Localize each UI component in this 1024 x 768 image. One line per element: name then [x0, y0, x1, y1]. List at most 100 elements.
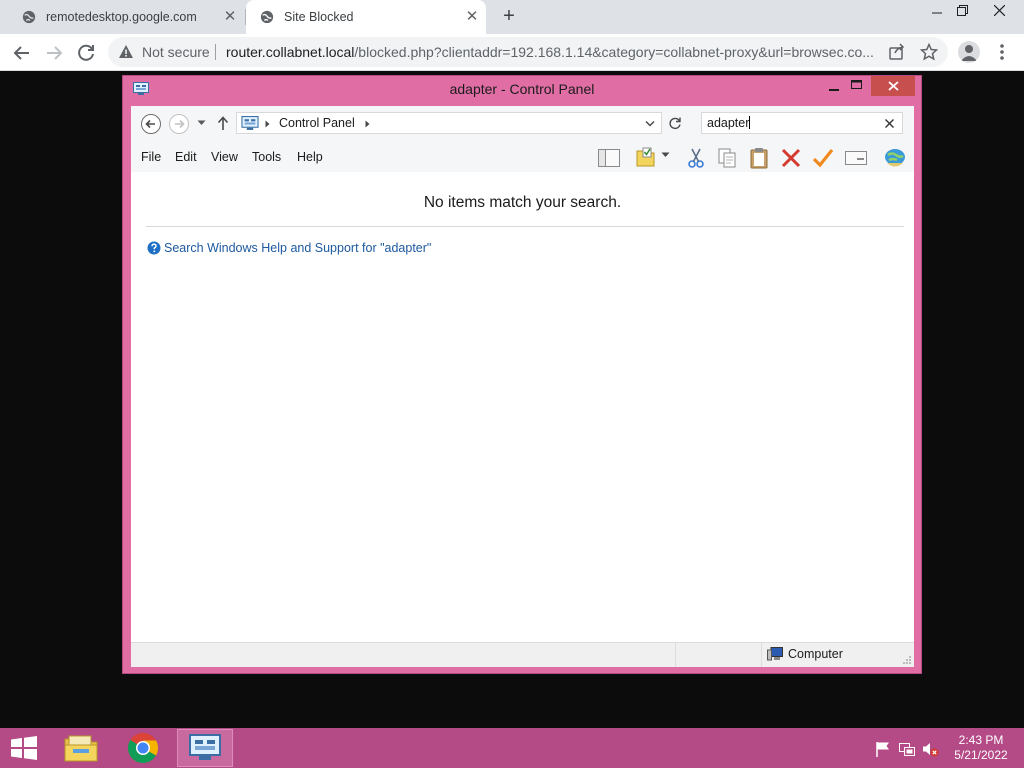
browser-toolbar: Not secure router.collabnet.local/blocke… — [0, 34, 1024, 71]
taskbar-file-explorer[interactable] — [53, 729, 109, 767]
reload-icon[interactable] — [74, 41, 98, 65]
paste-clipboard-icon[interactable] — [747, 146, 771, 170]
close-icon — [887, 81, 899, 91]
computer-icon — [767, 647, 783, 661]
window-restore-button[interactable] — [945, 0, 979, 24]
taskbar: 2:43 PM 5/21/2022 — [0, 728, 1024, 768]
window-minimize-button[interactable] — [823, 76, 845, 96]
taskbar-chrome[interactable] — [115, 729, 171, 767]
url-host: router.collabnet.local — [226, 44, 355, 60]
tab-close-icon[interactable]: ✕ — [464, 9, 480, 25]
delete-x-icon[interactable] — [779, 146, 803, 170]
globe-icon — [260, 10, 274, 24]
window-close-button[interactable] — [982, 0, 1016, 24]
status-location-text: Computer — [788, 647, 843, 661]
profile-avatar[interactable] — [958, 41, 980, 63]
menu-bar: File Edit View Tools Help — [131, 142, 914, 172]
resize-grip-icon[interactable] — [902, 655, 912, 665]
refresh-icon[interactable] — [668, 116, 682, 130]
tab-title: remotedesktop.google.com — [46, 10, 197, 24]
search-value-text: adapter — [707, 116, 750, 130]
volume-muted-icon[interactable] — [921, 740, 939, 758]
search-input[interactable]: adapter — [701, 112, 903, 134]
menu-edit[interactable]: Edit — [175, 150, 197, 164]
internet-globe-icon[interactable] — [883, 146, 907, 170]
minimize-icon — [829, 89, 839, 91]
control-panel-icon — [241, 116, 259, 130]
window-title: adapter - Control Panel — [449, 81, 595, 97]
window-maximize-button[interactable] — [845, 76, 869, 96]
breadcrumb-chevron-icon[interactable] — [265, 120, 270, 128]
taskbar-control-panel[interactable] — [177, 729, 233, 767]
control-panel-window: adapter - Control Panel Control Panel ad… — [122, 75, 922, 674]
share-icon[interactable] — [888, 43, 906, 61]
system-clock[interactable]: 2:43 PM 5/21/2022 — [946, 733, 1016, 763]
recent-pages-chevron-icon[interactable] — [197, 120, 206, 126]
forward-button-icon[interactable] — [168, 113, 190, 135]
layout-pane-icon[interactable] — [597, 146, 621, 170]
network-icon[interactable] — [898, 740, 916, 758]
menu-tools[interactable]: Tools — [252, 150, 281, 164]
file-explorer-icon — [64, 735, 98, 762]
back-button-icon[interactable] — [140, 113, 162, 135]
content-pane[interactable]: No items match your search. Search Windo… — [131, 172, 914, 642]
empty-results-message: No items match your search. — [423, 194, 622, 211]
warning-icon[interactable] — [118, 44, 134, 60]
options-dropdown-chevron-icon[interactable] — [661, 152, 670, 158]
cut-scissors-icon[interactable] — [684, 146, 708, 170]
tab-remotedesktop[interactable]: remotedesktop.google.com ✕ — [0, 0, 244, 34]
chrome-icon — [128, 733, 159, 764]
person-icon — [961, 45, 977, 61]
properties-icon[interactable] — [844, 146, 868, 170]
menu-file[interactable]: File — [141, 150, 161, 164]
help-link-text[interactable]: Search Windows Help and Support for "ada… — [164, 241, 431, 255]
window-close-button[interactable] — [871, 76, 915, 96]
help-question-icon — [147, 241, 161, 255]
browser-tabstrip: remotedesktop.google.com ✕ Site Blocked … — [0, 0, 1024, 34]
tab-title: Site Blocked — [284, 10, 354, 24]
status-location: Computer — [767, 647, 843, 661]
menu-help[interactable]: Help — [297, 150, 323, 164]
checkmark-icon[interactable] — [811, 146, 835, 170]
address-bar[interactable]: Not secure router.collabnet.local/blocke… — [108, 37, 948, 67]
address-dropdown-chevron-icon[interactable] — [645, 120, 655, 128]
close-icon — [993, 4, 1005, 17]
content-divider — [146, 226, 904, 227]
breadcrumb-control-panel[interactable]: Control Panel — [279, 116, 355, 130]
help-support-link[interactable]: Search Windows Help and Support for "ada… — [147, 241, 431, 255]
globe-icon — [22, 10, 36, 24]
search-value: adapter — [707, 116, 751, 130]
navigation-bar: Control Panel adapter — [131, 106, 914, 142]
action-center-flag-icon[interactable] — [874, 740, 892, 758]
breadcrumb-chevron-icon[interactable] — [365, 120, 370, 128]
minimize-icon — [932, 12, 942, 14]
back-arrow-icon[interactable] — [10, 41, 34, 65]
status-divider — [761, 643, 762, 667]
window-client-area: Control Panel adapter File Edit View Too… — [131, 106, 914, 667]
address-path-box[interactable]: Control Panel — [236, 112, 662, 134]
tab-close-icon[interactable]: ✕ — [222, 9, 238, 25]
tab-site-blocked[interactable]: Site Blocked ✕ — [246, 0, 486, 34]
status-bar: Computer — [131, 642, 914, 667]
status-divider — [675, 643, 676, 667]
restore-icon — [956, 5, 968, 16]
clock-date: 5/21/2022 — [954, 748, 1008, 762]
text-caret — [749, 116, 751, 129]
url-path: /blocked.php?clientaddr=192.168.1.14&cat… — [354, 44, 874, 60]
folder-options-icon[interactable] — [634, 146, 658, 170]
forward-arrow-icon[interactable] — [42, 41, 66, 65]
menu-view[interactable]: View — [211, 150, 238, 164]
maximize-icon — [851, 80, 862, 89]
omnibox-divider — [215, 44, 216, 60]
more-menu-icon[interactable] — [994, 42, 1010, 62]
new-tab-button[interactable]: + — [499, 6, 519, 26]
clear-search-icon[interactable] — [885, 119, 894, 128]
windows-start-icon[interactable] — [9, 736, 39, 760]
url-text[interactable]: router.collabnet.local/blocked.php?clien… — [226, 44, 881, 60]
up-arrow-icon[interactable] — [217, 116, 229, 130]
control-panel-icon — [189, 734, 221, 760]
copy-icon[interactable] — [715, 146, 739, 170]
bookmark-star-icon[interactable] — [920, 43, 938, 61]
clock-time: 2:43 PM — [958, 733, 1004, 747]
security-status[interactable]: Not secure — [142, 44, 210, 60]
